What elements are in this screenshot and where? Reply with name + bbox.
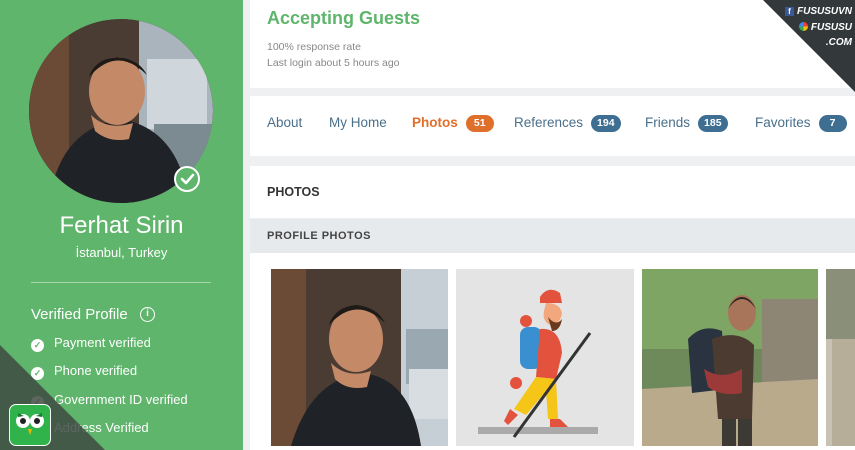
photo-thumbnail[interactable]	[271, 269, 448, 446]
tab-count-badge: 7	[818, 115, 847, 132]
watermark: f FUSUSUVN FUSUSU .COM	[778, 4, 852, 62]
response-rate: 100% response rate	[267, 41, 361, 53]
tab-label: References	[514, 115, 584, 130]
profile-photos-title: PROFILE PHOTOS	[267, 230, 371, 242]
tab-label: Favorites	[755, 115, 811, 130]
tab-label: Photos	[412, 115, 458, 130]
profile-sidebar: Ferhat Sirin İstanbul, Turkey Verified P…	[0, 0, 243, 450]
photos-section-header	[250, 166, 855, 218]
watermark-line: .COM	[825, 37, 852, 48]
profile-name: Ferhat Sirin	[59, 212, 184, 239]
photo-thumbnail[interactable]	[826, 269, 855, 446]
tab-about[interactable]: About	[267, 115, 302, 130]
watermark-line: FUSUSU	[810, 21, 852, 33]
tab-label: Friends	[645, 115, 691, 130]
tab-label: About	[267, 115, 303, 130]
tab-references[interactable]: References 194	[514, 115, 621, 132]
owl-app-icon[interactable]	[9, 404, 51, 446]
verified-badge-icon	[174, 166, 200, 192]
profile-location[interactable]: İstanbul, Turkey	[0, 245, 243, 260]
info-icon[interactable]: i	[140, 307, 155, 322]
tab-photos[interactable]: Photos 51	[412, 115, 494, 132]
chrome-icon	[798, 21, 808, 31]
photo-thumbnail[interactable]	[642, 269, 818, 446]
tab-count-badge: 51	[465, 115, 494, 132]
verified-profile-title: Verified Profile	[31, 306, 128, 323]
photo-thumbnail[interactable]	[456, 269, 634, 446]
photos-title: PHOTOS	[267, 185, 320, 199]
tab-count-badge: 194	[591, 115, 621, 132]
facebook-icon: f	[784, 7, 794, 16]
tab-friends[interactable]: Friends 185	[645, 115, 728, 132]
accepting-guests-status: Accepting Guests	[267, 8, 421, 28]
tab-my-home[interactable]: My Home	[329, 115, 387, 130]
tab-favorites[interactable]: Favorites 7	[755, 115, 847, 132]
last-login: Last login about 5 hours ago	[267, 57, 400, 69]
tab-count-badge: 185	[698, 115, 728, 132]
tab-label: My Home	[329, 115, 387, 130]
sidebar-divider	[31, 282, 211, 283]
watermark-line: FUSUSUVN	[796, 6, 852, 17]
